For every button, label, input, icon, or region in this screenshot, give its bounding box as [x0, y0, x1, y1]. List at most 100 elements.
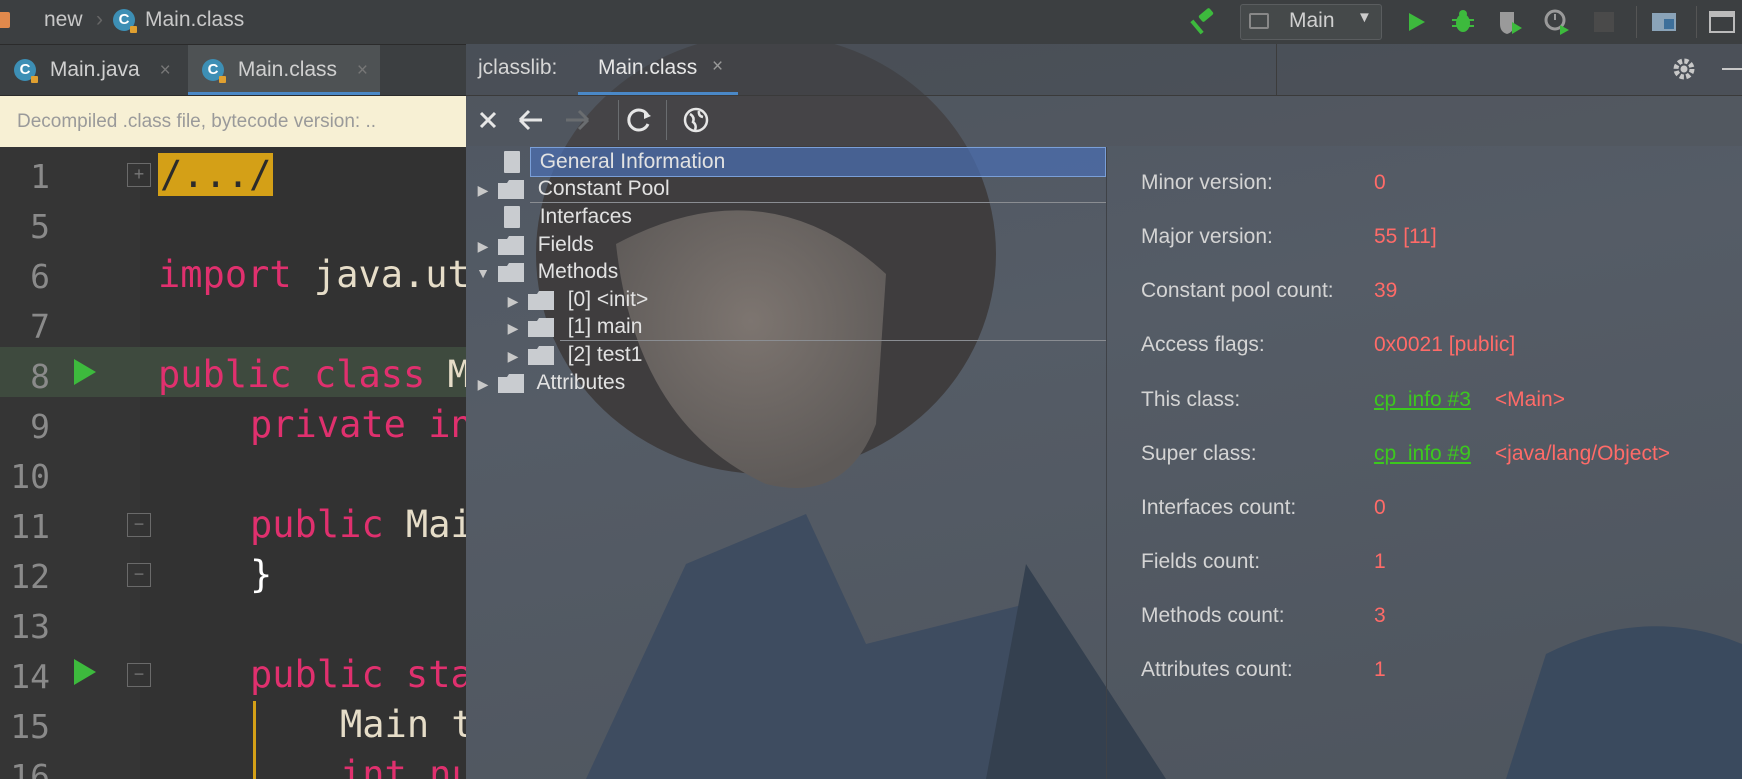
close-icon[interactable]: × — [712, 56, 723, 78]
keyword: public — [158, 353, 292, 396]
code-line-class: public class M — [158, 353, 466, 396]
folder-icon — [497, 262, 524, 282]
info-row-interfaces-count: Interfaces count: 0 — [1141, 481, 1386, 535]
navigation-bar: new › C Main.class Main ▼ — [0, 0, 1742, 45]
decompiled-notice-banner: Decompiled .class file, bytecode version… — [0, 96, 466, 147]
chevron-right-icon[interactable]: ▶ — [504, 313, 522, 343]
breadcrumb — [0, 0, 20, 44]
info-label: Super class: — [1141, 442, 1257, 465]
run-config-label: Main — [1289, 9, 1335, 32]
fold-expand-icon[interactable]: + — [127, 163, 151, 187]
chevron-down-icon[interactable]: ▼ — [474, 258, 492, 288]
debug-icon[interactable] — [1447, 6, 1479, 38]
info-label: This class: — [1141, 388, 1241, 411]
structure-tree: General Information ▶ Constant Pool Inte… — [466, 147, 1107, 779]
info-row-super-class: Super class: cp_info #9 <java/lang/Object> — [1141, 427, 1670, 481]
tab-label: Main.class — [598, 56, 698, 79]
folder-icon — [497, 179, 524, 199]
run-gutter-icon[interactable] — [72, 357, 98, 392]
chevron-right-icon[interactable]: ▶ — [474, 369, 492, 399]
info-value: 3 — [1374, 604, 1386, 627]
close-icon[interactable]: × — [160, 60, 171, 81]
tree-item-constant-pool[interactable]: ▶ Constant Pool — [474, 174, 670, 204]
tab-main-java[interactable]: C Main.java × — [0, 45, 184, 95]
header-divider — [1276, 44, 1277, 95]
chevron-right-icon[interactable]: ▶ — [504, 341, 522, 371]
fold-collapse-icon[interactable]: − — [127, 663, 151, 687]
info-row-methods-count: Methods count: 3 — [1141, 589, 1386, 643]
tree-item-fields[interactable]: ▶ Fields — [474, 230, 594, 260]
close-icon[interactable] — [474, 106, 502, 139]
settings-icon[interactable] — [1671, 56, 1697, 87]
jclasslib-panel: jclasslib: Main.class × General Informat… — [466, 44, 1742, 779]
breadcrumb-separator: › — [96, 8, 103, 31]
info-row-fields-count: Fields count: 1 — [1141, 535, 1386, 589]
run-icon[interactable] — [1400, 6, 1432, 38]
toolbar-divider — [1636, 6, 1637, 38]
fold-collapse-icon[interactable]: − — [127, 563, 151, 587]
class-file-icon: C — [202, 59, 226, 84]
window-layout-icon[interactable] — [1706, 6, 1738, 38]
tab-label: Main.java — [49, 58, 140, 81]
tree-label: Methods — [537, 260, 619, 283]
info-value: 39 — [1374, 279, 1398, 302]
forward-icon[interactable] — [562, 106, 592, 139]
folder-icon — [527, 317, 554, 337]
code-editor[interactable]: 1 5 6 7 8 9 10 11 12 13 14 15 16 + − − −… — [0, 147, 466, 779]
info-value: 55 [11] — [1374, 225, 1437, 248]
chevron-right-icon[interactable]: ▶ — [474, 175, 492, 205]
info-label: Major version: — [1141, 225, 1273, 248]
tab-jclasslib-main-class[interactable]: Main.class × — [578, 44, 738, 95]
coverage-icon[interactable] — [1494, 6, 1526, 38]
tree-item-general-information[interactable]: General Information — [474, 147, 725, 177]
tree-item-method-init[interactable]: ▶ [0] <init> — [504, 285, 649, 315]
folder-icon — [527, 290, 554, 310]
info-label: Constant pool count: — [1141, 279, 1334, 302]
folder-icon — [0, 12, 10, 29]
code-text: M — [425, 353, 466, 396]
tree-item-method-test1[interactable]: ▶ [2] test1 — [504, 340, 643, 371]
tab-label: Main.class — [237, 58, 338, 81]
tree-item-attributes[interactable]: ▶ Attributes — [474, 368, 626, 399]
cp-info-link[interactable]: cp_info #9 — [1374, 442, 1471, 465]
tab-main-class[interactable]: C Main.class × — [188, 45, 380, 95]
line-number: 12 — [10, 557, 50, 596]
tree-label: Constant Pool — [537, 177, 670, 200]
cp-info-link[interactable]: cp_info #3 — [1374, 388, 1471, 411]
line-number: 7 — [30, 307, 50, 346]
build-hammer-icon[interactable] — [1188, 6, 1220, 38]
run-gutter-icon[interactable] — [72, 657, 98, 692]
breadcrumb-folder[interactable]: new — [44, 0, 83, 44]
tree-item-method-main[interactable]: ▶ [1] main — [504, 312, 643, 343]
info-value: 1 — [1374, 658, 1386, 681]
breadcrumb-file[interactable]: C — [113, 0, 137, 44]
code-line-main: public sta — [250, 653, 466, 696]
keyword: class — [313, 353, 426, 396]
info-label: Access flags: — [1141, 333, 1265, 356]
minimize-icon[interactable] — [1722, 68, 1742, 70]
tree-item-methods[interactable]: ▼ Methods — [474, 257, 618, 287]
class-file-icon: C — [113, 9, 137, 34]
info-row-constant-pool-count: Constant pool count: 39 — [1141, 264, 1397, 318]
line-number: 6 — [30, 257, 50, 296]
project-structure-icon[interactable] — [1648, 6, 1680, 38]
folder-icon — [497, 235, 524, 255]
code-line-field: private in — [250, 403, 466, 446]
run-configuration-selector[interactable]: Main ▼ — [1240, 4, 1382, 40]
info-label: Fields count: — [1141, 550, 1261, 573]
breadcrumb-file-label[interactable]: Main.class — [145, 0, 244, 44]
folded-comment[interactable]: /.../ — [158, 153, 274, 196]
code-line-16: int nu — [340, 753, 466, 779]
info-value: <Main> — [1494, 388, 1565, 411]
fold-collapse-icon[interactable]: − — [127, 513, 151, 537]
profile-icon[interactable] — [1541, 6, 1573, 38]
back-icon[interactable] — [516, 106, 546, 139]
tree-item-interfaces[interactable]: Interfaces — [474, 202, 632, 232]
jclasslib-header: jclasslib: Main.class × — [466, 44, 1742, 96]
reload-icon[interactable] — [624, 105, 654, 140]
close-icon[interactable]: × — [357, 60, 368, 81]
code-line-15: Main t — [340, 703, 466, 746]
tree-label: Interfaces — [539, 205, 632, 228]
browser-icon[interactable] — [681, 105, 711, 140]
stop-icon[interactable] — [1588, 6, 1620, 38]
